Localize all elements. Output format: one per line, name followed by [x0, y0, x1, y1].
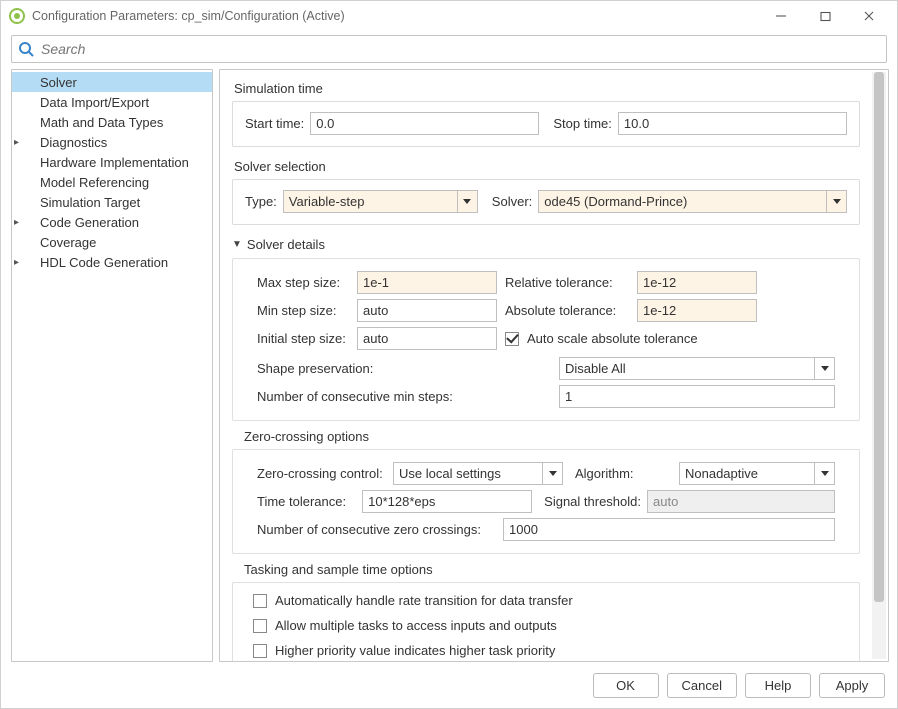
solver-details-disclosure[interactable]: ▼ Solver details [232, 237, 860, 252]
ok-button[interactable]: OK [593, 673, 659, 698]
sidebar-item-diagnostics[interactable]: ▸ Diagnostics [12, 132, 212, 152]
sidebar-item-math-and-data-types[interactable]: Math and Data Types [12, 112, 212, 132]
sidebar-item-label: Diagnostics [40, 135, 107, 150]
expander-icon: ▸ [14, 257, 26, 268]
sidebar-item-code-generation[interactable]: ▸ Code Generation [12, 212, 212, 232]
sidebar-item-label: Coverage [40, 235, 96, 250]
shape-select[interactable]: Disable All [559, 357, 835, 380]
solver-select[interactable]: ode45 (Dormand-Prince) [538, 190, 847, 213]
scrollbar-thumb[interactable] [874, 72, 884, 602]
sidebar-item-hardware-implementation[interactable]: Hardware Implementation [12, 152, 212, 172]
reltol-input[interactable] [637, 271, 757, 294]
window-title: Configuration Parameters: cp_sim/Configu… [32, 9, 345, 23]
sidebar-item-simulation-target[interactable]: Simulation Target [12, 192, 212, 212]
autoscale-label: Auto scale absolute tolerance [527, 331, 698, 346]
zc-control-select[interactable]: Use local settings [393, 462, 563, 485]
start-time-input[interactable] [310, 112, 539, 135]
help-button[interactable]: Help [745, 673, 811, 698]
tasking-checkbox-1[interactable] [253, 619, 267, 633]
footer: OK Cancel Help Apply [1, 662, 897, 708]
stop-time-label: Stop time: [553, 116, 612, 131]
search-box[interactable] [11, 35, 887, 63]
zc-sigthr-label: Signal threshold: [544, 494, 641, 509]
expander-icon: ▸ [14, 217, 26, 228]
nmin-label: Number of consecutive min steps: [257, 389, 553, 404]
init-step-input[interactable] [357, 327, 497, 350]
sidebar-item-label: Simulation Target [40, 195, 140, 210]
sidebar-item-label: Solver [40, 75, 77, 90]
triangle-down-icon: ▼ [232, 239, 242, 250]
close-button[interactable] [847, 2, 891, 30]
reltol-label: Relative tolerance: [497, 275, 637, 290]
sidebar-item-model-referencing[interactable]: Model Referencing [12, 172, 212, 192]
zc-sigthr-input [647, 490, 835, 513]
cancel-button[interactable]: Cancel [667, 673, 737, 698]
max-step-label: Max step size: [257, 275, 357, 290]
sidebar-item-coverage[interactable]: Coverage [12, 232, 212, 252]
search-input[interactable] [39, 40, 880, 58]
zc-algo-label: Algorithm: [575, 466, 673, 481]
scrollbar[interactable] [872, 72, 886, 659]
section-title-solver-selection: Solver selection [234, 159, 860, 174]
init-step-label: Initial step size: [257, 331, 357, 346]
autoscale-checkbox[interactable] [505, 332, 519, 346]
zc-nconsec-label: Number of consecutive zero crossings: [257, 522, 497, 537]
sidebar-item-label: Model Referencing [40, 175, 149, 190]
max-step-input[interactable] [357, 271, 497, 294]
tasking-checkbox-2[interactable] [253, 644, 267, 658]
sidebar-item-label: Code Generation [40, 215, 139, 230]
chevron-down-icon [814, 358, 834, 379]
tasking-option-label: Automatically handle rate transition for… [275, 593, 573, 608]
tasking-option-label: Higher priority value indicates higher t… [275, 643, 555, 658]
section-title-zero-crossing: Zero-crossing options [244, 429, 860, 444]
min-step-label: Min step size: [257, 303, 357, 318]
sidebar-item-hdl-code-generation[interactable]: ▸ HDL Code Generation [12, 252, 212, 272]
zc-control-label: Zero-crossing control: [257, 466, 387, 481]
tasking-option-label: Allow multiple tasks to access inputs an… [275, 618, 557, 633]
zc-algo-select[interactable]: Nonadaptive [679, 462, 835, 485]
start-time-label: Start time: [245, 116, 304, 131]
sidebar: Solver Data Import/Export Math and Data Ty… [11, 69, 213, 662]
sidebar-item-solver[interactable]: Solver [12, 72, 212, 92]
zc-nconsec-input[interactable] [503, 518, 835, 541]
sidebar-item-label: Data Import/Export [40, 95, 149, 110]
search-icon [18, 41, 34, 57]
sidebar-item-label: Math and Data Types [40, 115, 163, 130]
chevron-down-icon [542, 463, 562, 484]
zc-ttol-input[interactable] [362, 490, 532, 513]
app-icon [9, 8, 25, 24]
shape-label: Shape preservation: [257, 361, 553, 376]
min-step-input[interactable] [357, 299, 497, 322]
expander-icon: ▸ [14, 137, 26, 148]
solver-type-label: Type: [245, 194, 277, 209]
zc-ttol-label: Time tolerance: [257, 494, 356, 509]
content-panel: Simulation time Start time: Stop time: S… [219, 69, 889, 662]
abstol-label: Absolute tolerance: [497, 303, 637, 318]
window: Configuration Parameters: cp_sim/Configu… [0, 0, 898, 709]
chevron-down-icon [457, 191, 477, 212]
nmin-input[interactable] [559, 385, 835, 408]
sidebar-item-label: HDL Code Generation [40, 255, 168, 270]
sidebar-item-data-import-export[interactable]: Data Import/Export [12, 92, 212, 112]
titlebar: Configuration Parameters: cp_sim/Configu… [1, 1, 897, 31]
section-title-tasking: Tasking and sample time options [244, 562, 860, 577]
chevron-down-icon [814, 463, 834, 484]
section-title-simulation-time: Simulation time [234, 81, 860, 96]
maximize-button[interactable] [803, 2, 847, 30]
sidebar-item-label: Hardware Implementation [40, 155, 189, 170]
apply-button[interactable]: Apply [819, 673, 885, 698]
chevron-down-icon [826, 191, 846, 212]
solver-type-select[interactable]: Variable-step [283, 190, 478, 213]
stop-time-input[interactable] [618, 112, 847, 135]
solver-label: Solver: [492, 194, 532, 209]
abstol-input[interactable] [637, 299, 757, 322]
minimize-button[interactable] [759, 2, 803, 30]
tasking-checkbox-0[interactable] [253, 594, 267, 608]
